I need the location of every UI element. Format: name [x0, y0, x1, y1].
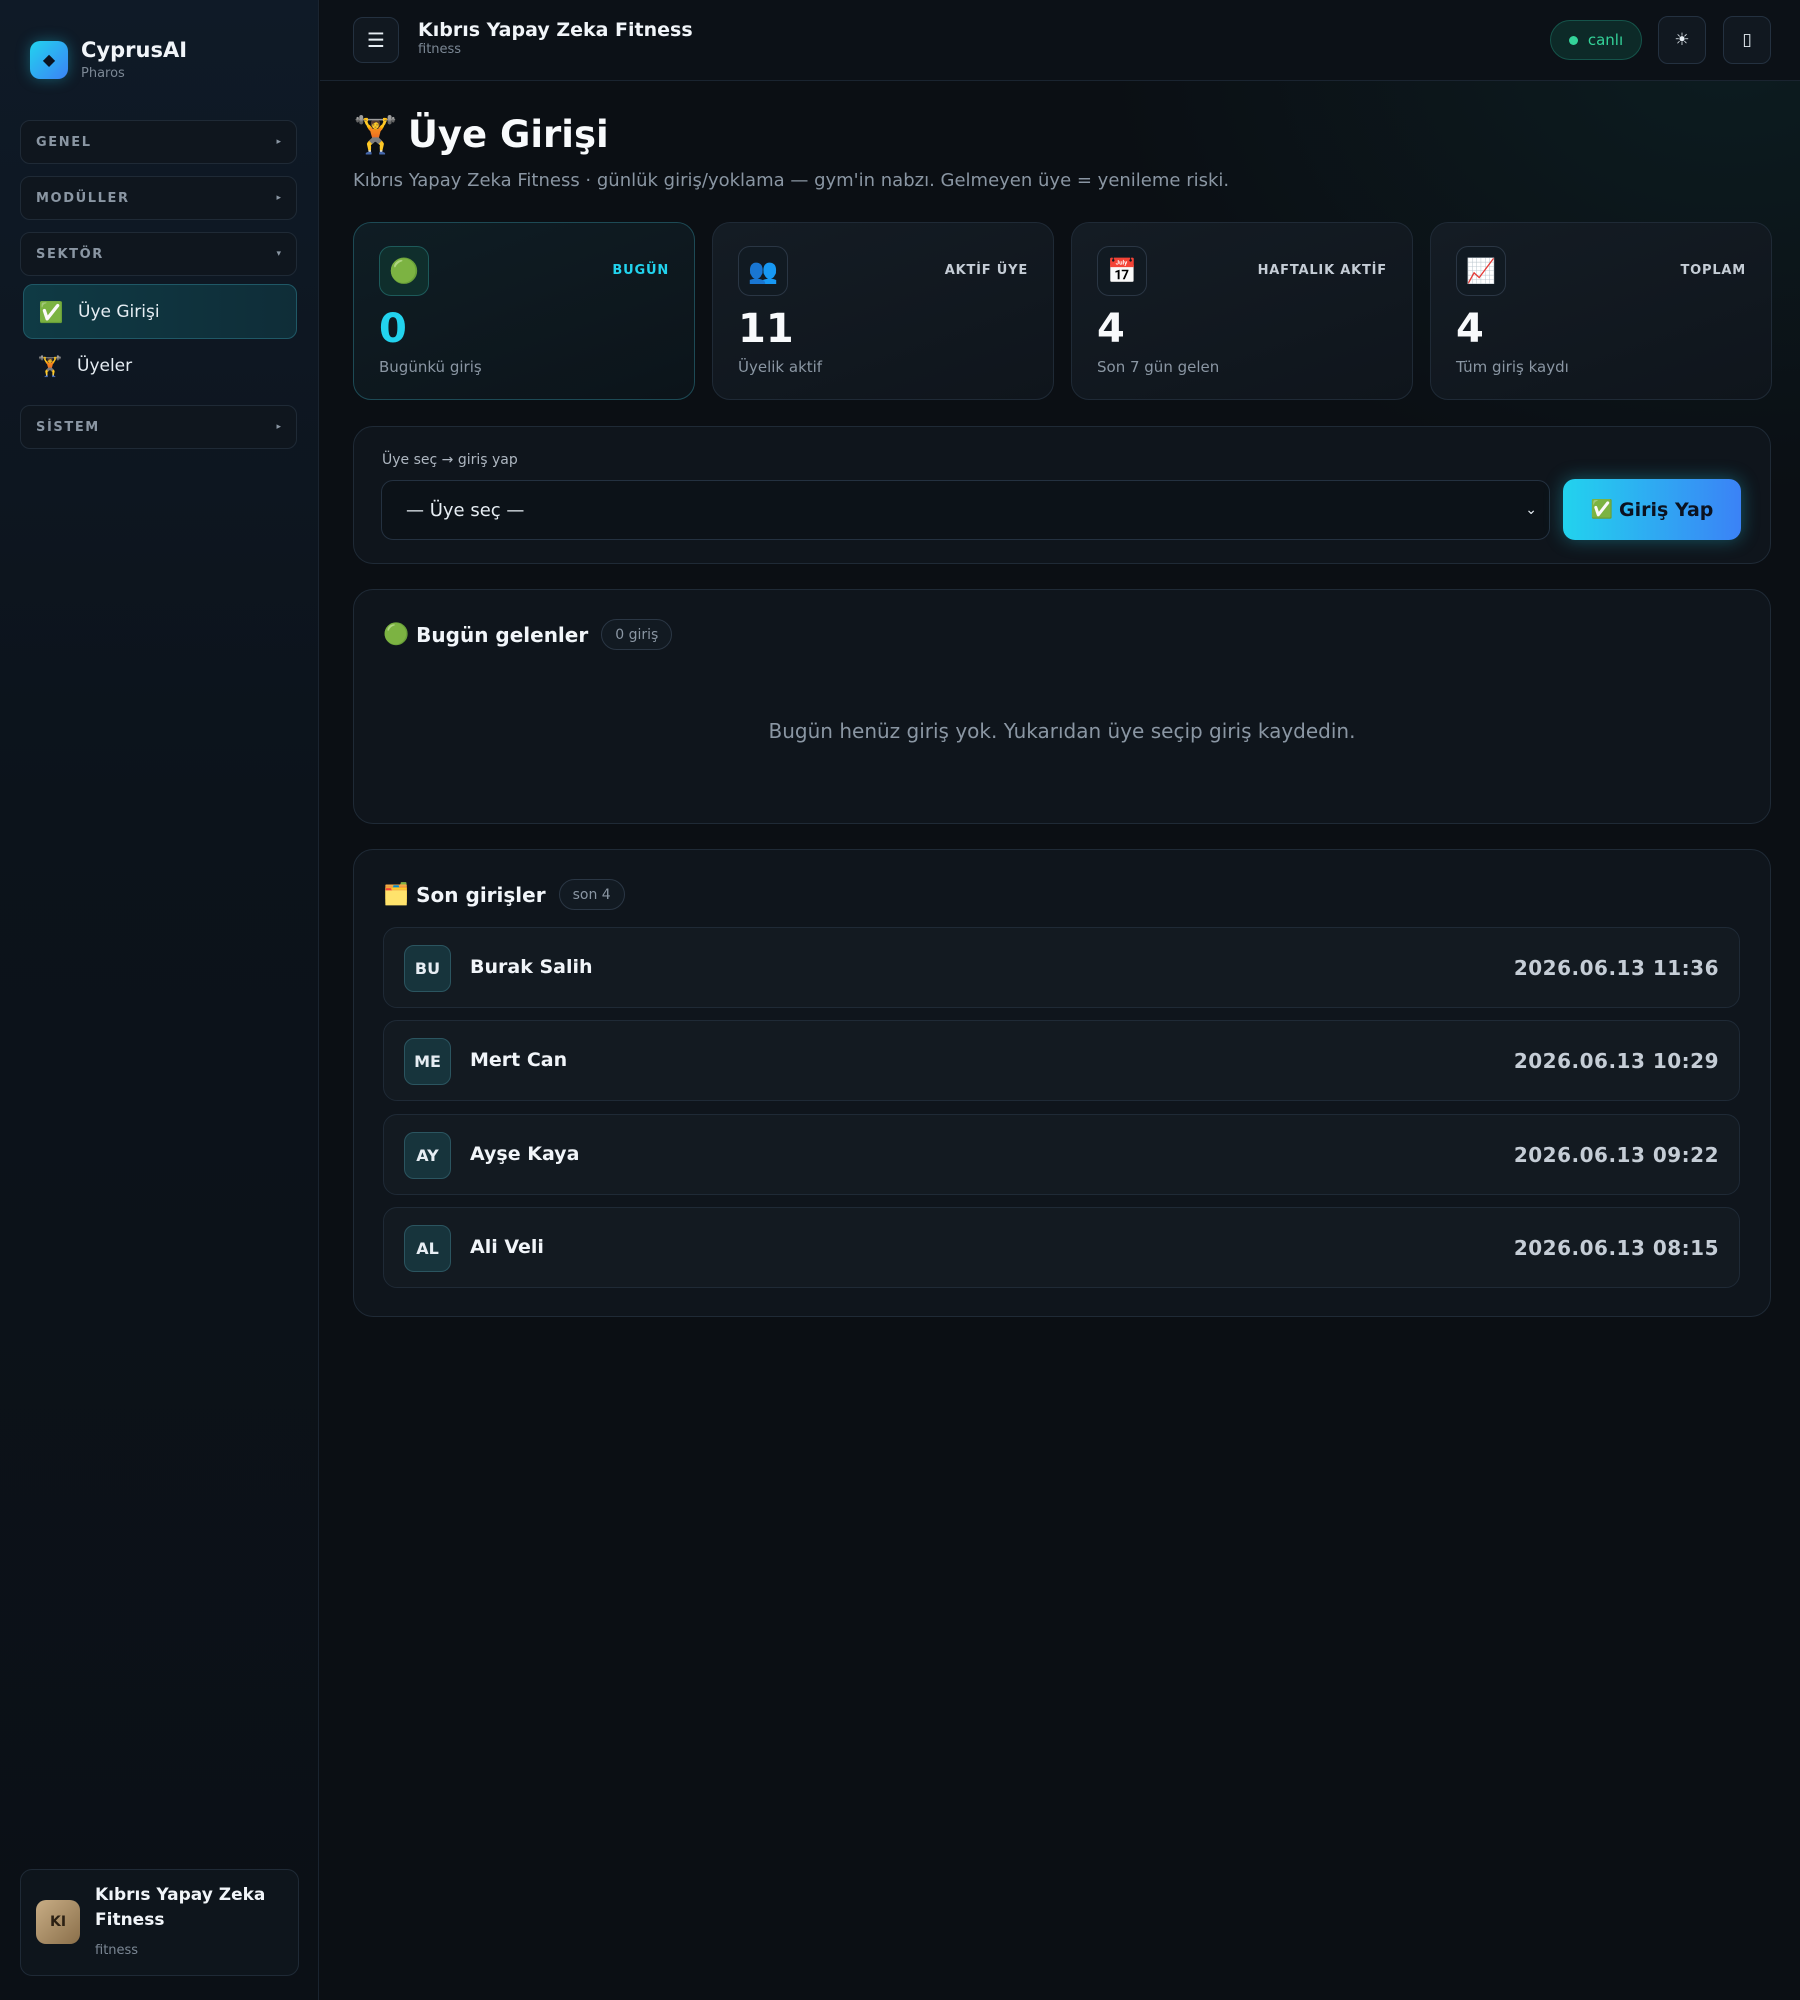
- stat-card-weekly-active: 📅 HAFTALIK AKTİF 4 Son 7 gün gelen: [1071, 222, 1413, 400]
- sidebar-item-label: Üyeler: [77, 355, 133, 376]
- people-icon: 👥: [738, 246, 788, 296]
- member-select[interactable]: — Üye seç — ⌄: [381, 480, 1550, 540]
- empty-state-message: Bugün henüz giriş yok. Yukarıdan üye seç…: [768, 719, 1356, 743]
- avatar: AL: [404, 1225, 451, 1272]
- stat-label: TOPLAM: [1680, 263, 1746, 278]
- checkin-time: 2026.06.13 08:15: [1513, 1236, 1719, 1260]
- stat-card-active-members: 👥 AKTİF ÜYE 11 Üyelik aktif: [712, 222, 1054, 400]
- avatar: BU: [404, 945, 451, 992]
- stat-subtitle: Son 7 gün gelen: [1097, 358, 1220, 376]
- avatar: ME: [404, 1038, 451, 1085]
- green-circle-icon: 🟢: [383, 622, 410, 646]
- nav-group-label: SEKTÖR: [36, 246, 104, 262]
- chevron-down-icon: ⌄: [1525, 502, 1537, 518]
- chevron-down-icon: ▾: [276, 249, 281, 259]
- status-dot-icon: [1568, 35, 1578, 45]
- topbar-title: Kıbrıs Yapay Zeka Fitness: [418, 19, 693, 41]
- member-name: Ayşe Kaya: [470, 1143, 580, 1165]
- nav-group-label: MODÜLLER: [36, 190, 130, 206]
- page-title-text: Üye Girişi: [407, 113, 609, 156]
- calendar-icon: 📅: [1097, 246, 1147, 296]
- stat-value: 11: [738, 306, 794, 352]
- org-name: Kıbrıs Yapay Zeka Fitness: [95, 1885, 266, 1930]
- nav-group-label: SİSTEM: [36, 419, 100, 435]
- today-panel: 🟢 Bugün gelenler 0 giriş Bugün henüz gir…: [353, 589, 1771, 824]
- stat-value: 0: [379, 306, 407, 352]
- nav-group-genel[interactable]: GENEL ▸: [20, 120, 297, 164]
- org-subtitle: fitness: [95, 1943, 139, 1958]
- sidebar-item-uye-girisi[interactable]: ✅ Üye Girişi: [23, 284, 297, 339]
- recent-panel: 🗂️ Son girişler son 4 BU Burak Salih 202…: [353, 849, 1771, 1317]
- count-badge: son 4: [558, 879, 625, 910]
- brand-subtitle: Pharos: [81, 66, 125, 81]
- recent-header: 🗂️ Son girişler son 4: [383, 879, 625, 910]
- weightlifter-icon: 🏋️: [353, 114, 398, 156]
- main-content: ☰ Kıbrıs Yapay Zeka Fitness fitness canl…: [320, 0, 1800, 2000]
- avatar: AY: [404, 1132, 451, 1179]
- stat-subtitle: Üyelik aktif: [738, 358, 823, 376]
- menu-button[interactable]: ☰: [353, 17, 399, 63]
- section-title: Bugün gelenler: [416, 622, 589, 647]
- sidebar-item-uyeler[interactable]: 🏋️ Üyeler: [23, 338, 297, 393]
- sidebar-item-label: Üye Girişi: [78, 301, 160, 322]
- member-select-value: — Üye seç —: [406, 499, 525, 521]
- member-select-label: Üye seç → giriş yap: [382, 452, 518, 468]
- stat-label: HAFTALIK AKTİF: [1257, 263, 1387, 278]
- org-card[interactable]: KI Kıbrıs Yapay Zeka Fitness fitness: [20, 1869, 299, 1976]
- weightlifter-icon: 🏋️: [37, 353, 63, 378]
- today-header: 🟢 Bugün gelenler 0 giriş: [383, 619, 673, 650]
- chevron-right-icon: ▸: [276, 422, 281, 432]
- stat-value: 4: [1097, 306, 1125, 352]
- nav-group-sektor[interactable]: SEKTÖR ▾: [20, 232, 297, 276]
- nav-group-moduller[interactable]: MODÜLLER ▸: [20, 176, 297, 220]
- nav-group-label: GENEL: [36, 134, 92, 150]
- checkin-button-label: Giriş Yap: [1619, 498, 1714, 521]
- stat-subtitle: Tüm giriş kaydı: [1456, 358, 1569, 376]
- chevron-right-icon: ▸: [276, 193, 281, 203]
- device-icon: ▯: [1742, 30, 1752, 50]
- stat-value: 4: [1456, 306, 1484, 352]
- chevron-right-icon: ▸: [276, 137, 281, 147]
- checkin-time: 2026.06.13 10:29: [1513, 1049, 1719, 1073]
- stat-label: AKTİF ÜYE: [944, 263, 1028, 278]
- member-name: Mert Can: [470, 1049, 568, 1071]
- stat-card-today: 🟢 BUGÜN 0 Bugünkü giriş: [353, 222, 695, 400]
- topbar: ☰ Kıbrıs Yapay Zeka Fitness fitness canl…: [320, 0, 1800, 81]
- check-icon: ✅: [38, 299, 64, 324]
- checkin-time: 2026.06.13 11:36: [1513, 956, 1719, 980]
- stat-card-total: 📈 TOPLAM 4 Tüm giriş kaydı: [1430, 222, 1772, 400]
- chart-up-icon: 📈: [1456, 246, 1506, 296]
- list-item[interactable]: AL Ali Veli 2026.06.13 08:15: [383, 1207, 1740, 1288]
- device-button[interactable]: ▯: [1723, 16, 1771, 64]
- sun-icon: ☀: [1674, 30, 1690, 50]
- member-name: Burak Salih: [470, 956, 593, 978]
- list-item[interactable]: AY Ayşe Kaya 2026.06.13 09:22: [383, 1114, 1740, 1195]
- list-item[interactable]: BU Burak Salih 2026.06.13 11:36: [383, 927, 1740, 1008]
- checkin-time: 2026.06.13 09:22: [1513, 1143, 1719, 1167]
- status-text: canlı: [1587, 31, 1624, 49]
- card-index-icon: 🗂️: [383, 882, 410, 906]
- nav-group-sistem[interactable]: SİSTEM ▸: [20, 405, 297, 449]
- brand[interactable]: ◆ CyprusAI Pharos: [30, 38, 187, 81]
- count-badge: 0 giriş: [601, 619, 673, 650]
- topbar-subtitle: fitness: [418, 42, 462, 57]
- checkin-panel: Üye seç → giriş yap — Üye seç — ⌄ ✅ Giri…: [353, 426, 1771, 564]
- checkin-button[interactable]: ✅ Giriş Yap: [1563, 479, 1741, 540]
- check-icon: ✅: [1590, 499, 1614, 520]
- live-status-badge: canlı: [1550, 20, 1642, 60]
- theme-toggle-button[interactable]: ☀: [1658, 16, 1706, 64]
- brand-logo-icon: ◆: [30, 40, 68, 79]
- section-title: Son girişler: [416, 882, 546, 907]
- stat-label: BUGÜN: [612, 263, 669, 278]
- page-description: Kıbrıs Yapay Zeka Fitness · günlük giriş…: [353, 170, 1230, 191]
- list-item[interactable]: ME Mert Can 2026.06.13 10:29: [383, 1020, 1740, 1101]
- sidebar: ◆ CyprusAI Pharos GENEL ▸ MODÜLLER ▸ SEK…: [0, 0, 319, 2000]
- brand-name: CyprusAI: [81, 38, 188, 62]
- stat-subtitle: Bugünkü giriş: [379, 358, 482, 376]
- page-title: 🏋️ Üye Girişi: [353, 113, 609, 156]
- org-avatar: KI: [36, 1900, 80, 1944]
- green-circle-icon: 🟢: [379, 246, 429, 296]
- member-name: Ali Veli: [470, 1236, 544, 1258]
